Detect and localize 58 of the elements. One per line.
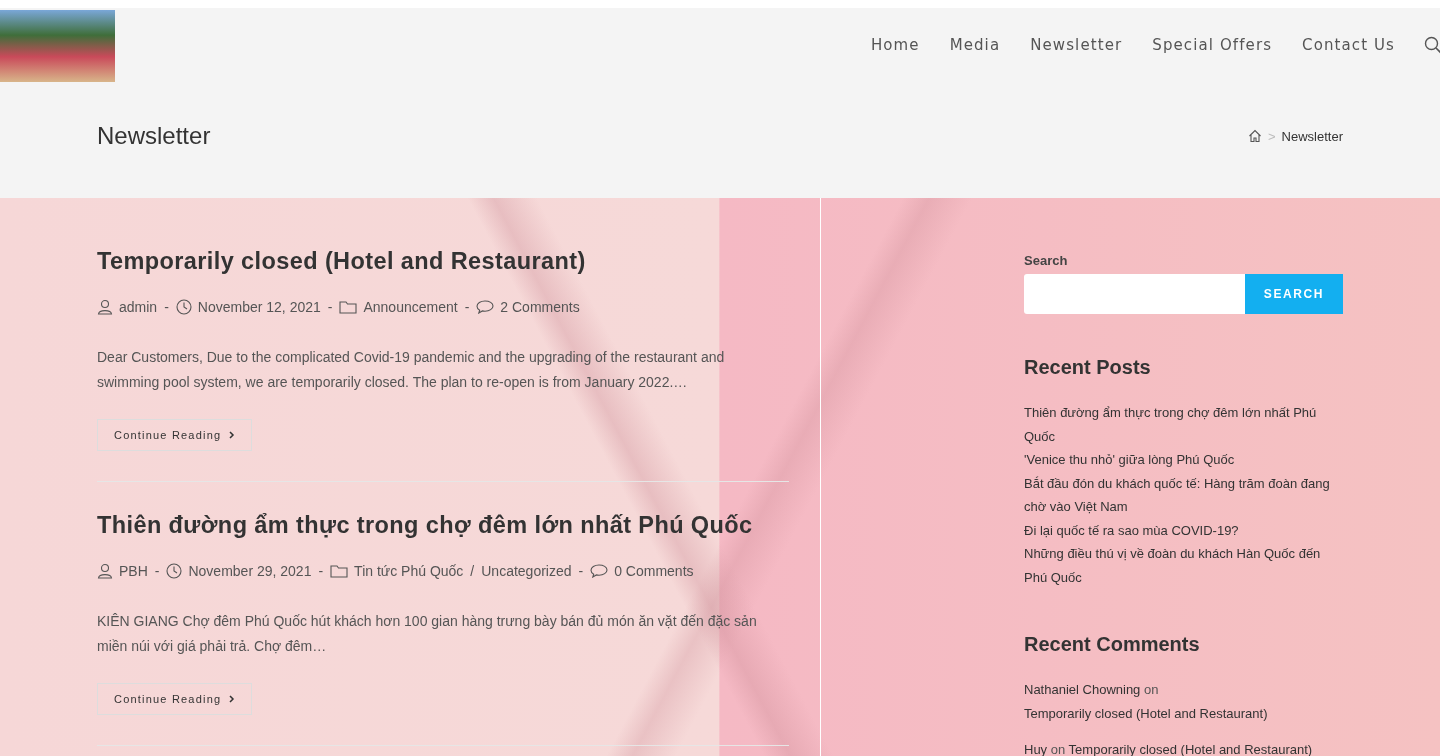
recent-post-link[interactable]: Đi lại quốc tế ra sao mùa COVID-19?: [1024, 518, 1343, 542]
search-field[interactable]: [1024, 274, 1245, 314]
nav-link[interactable]: Media: [934, 36, 1016, 54]
comment-post-link[interactable]: Temporarily closed (Hotel and Restaurant): [1024, 706, 1268, 721]
clock-icon: [166, 563, 183, 579]
post-date: November 29, 2021: [188, 563, 312, 579]
nav-link[interactable]: Newsletter: [1015, 36, 1138, 54]
category-link[interactable]: Announcement: [363, 299, 458, 315]
meta-separator: -: [164, 299, 169, 315]
user-icon: [97, 299, 113, 315]
breadcrumb-current: Newsletter: [1281, 128, 1343, 144]
post-date: November 12, 2021: [197, 299, 321, 315]
meta-separator: -: [154, 563, 160, 579]
speech-bubble-icon: [590, 564, 609, 578]
search-icon[interactable]: [1424, 36, 1440, 54]
author-link[interactable]: PBH: [119, 563, 148, 579]
comments-link[interactable]: 0 Comments: [614, 563, 694, 579]
meta-separator: -: [464, 299, 470, 315]
recent-comment: Huy on Temporarily closed (Hotel and Restaurant): [1024, 741, 1314, 756]
post-title[interactable]: Temporarily closed (Hotel and Restaurant): [97, 248, 820, 275]
home-icon[interactable]: [1248, 129, 1262, 143]
clock-icon: [175, 299, 192, 315]
meta-separator: -: [578, 563, 584, 579]
comment-author-link[interactable]: Nathaniel Chowning: [1024, 682, 1141, 697]
continue-reading-button[interactable]: Continue Reading: [97, 683, 253, 715]
nav-link[interactable]: Contact Us: [1287, 36, 1410, 54]
post-title[interactable]: Thiên đường ẩm thực trong chợ đêm lớn nhất Phú Quốc: [97, 512, 820, 539]
search-label: Search: [1024, 253, 1069, 268]
recent-comment: Nathaniel Chowning on Temporarily closed (Hotel and Restaurant): [1024, 681, 1269, 723]
chevron-icon: [229, 431, 236, 439]
comment-post-link[interactable]: Temporarily closed (Hotel and Restaurant): [1068, 742, 1313, 756]
category-link[interactable]: Uncategorized: [481, 563, 572, 579]
page-title: Newsletter: [97, 122, 211, 150]
author-link[interactable]: admin: [119, 299, 158, 315]
continue-reading-button[interactable]: Continue Reading: [97, 419, 253, 451]
comments-link[interactable]: 2 Comments: [500, 299, 580, 315]
post-excerpt: KIÊN GIANG Chợ đêm Phú Quốc hút khách hơn 100 gian hàng trưng bày bán đủ món ăn vặt đến đặc sản miền núi với giá phải trả. Chợ đêm…: [97, 612, 758, 656]
category-link[interactable]: Tin tức Phú Quốc: [354, 563, 464, 579]
breadcrumb-separator: >: [1268, 128, 1276, 144]
nav-link[interactable]: Home: [855, 36, 935, 54]
comment-author-link[interactable]: Huy: [1024, 742, 1048, 756]
chevron-icon: [229, 695, 236, 703]
recent-post-link[interactable]: Bắt đầu đón du khách quốc tế: Hàng trăm đoàn đang chờ vào Việt Nam: [1024, 471, 1343, 519]
meta-separator: -: [318, 563, 324, 579]
meta-separator: /: [470, 563, 475, 579]
beach-photo-placeholder[interactable]: [0, 10, 115, 82]
post-excerpt: Dear Customers, Due to the complicated Covid-19 pandemic and the upgrading of the restaurant and swimming pool system, we are temporarily closed. The plan to re-open is from January 2022.…: [97, 348, 726, 392]
meta-separator: -: [327, 299, 333, 315]
speech-bubble-icon: [476, 300, 495, 314]
widget-title: Recent Comments: [1024, 633, 1201, 656]
folder-icon: [339, 300, 358, 314]
recent-post-link[interactable]: Thiên đường ẩm thực trong chợ đêm lớn nhất Phú Quốc: [1024, 401, 1343, 448]
recent-post-link[interactable]: Những điều thú vị về đoàn du khách Hàn Quốc đến Phú Quốc: [1024, 542, 1343, 589]
user-icon: [97, 563, 113, 579]
recent-post-link[interactable]: 'Venice thu nhỏ' giữa lòng Phú Quốc: [1024, 448, 1343, 472]
folder-icon: [330, 564, 349, 578]
widget-title: Recent Posts: [1024, 356, 1152, 379]
nav-link[interactable]: Special Offers: [1137, 36, 1288, 54]
